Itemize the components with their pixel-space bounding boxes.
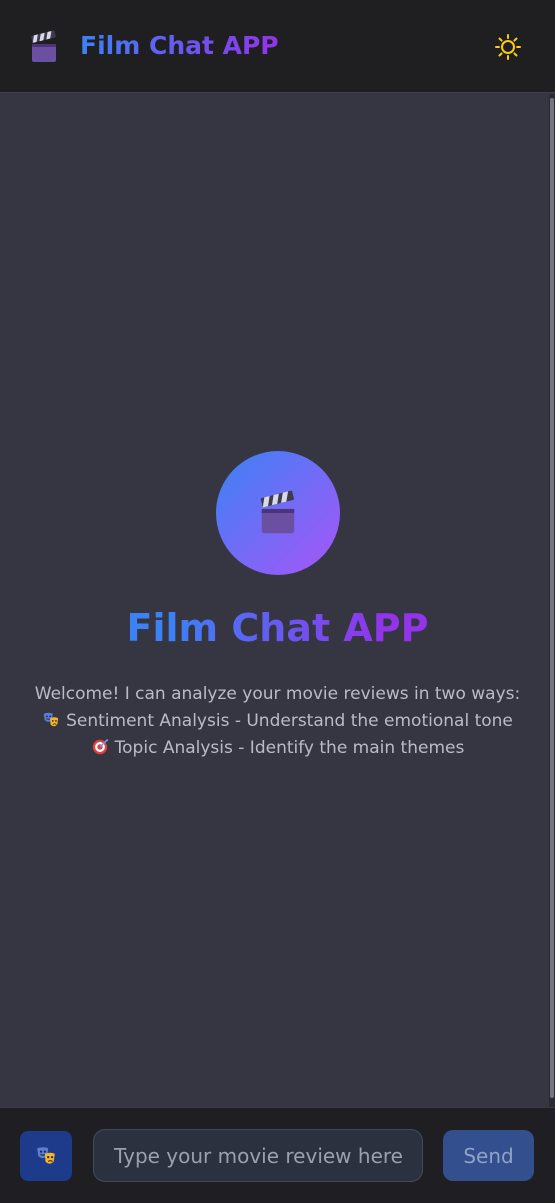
app-root: Film Chat APP Film Chat APP Welcome! I c… <box>0 0 555 1203</box>
welcome-title: Film Chat APP <box>0 600 555 656</box>
analysis-mode-button[interactable] <box>20 1131 72 1181</box>
review-input[interactable] <box>93 1129 423 1182</box>
welcome-avatar <box>216 451 340 575</box>
welcome-intro: Welcome! I can analyze your movie review… <box>34 684 521 704</box>
clapperboard-icon <box>28 30 60 64</box>
theme-toggle-button[interactable] <box>490 30 526 64</box>
clapperboard-icon <box>260 490 295 534</box>
app-title: Film Chat APP <box>80 29 279 63</box>
bullseye-icon <box>92 738 109 755</box>
feature-topic: Topic Analysis - Identify the main theme… <box>0 735 555 762</box>
send-button[interactable]: Send <box>443 1130 534 1181</box>
theater-masks-icon <box>43 712 59 727</box>
scrollbar-thumb[interactable] <box>550 98 554 1098</box>
app-header: Film Chat APP <box>0 0 555 93</box>
theater-masks-icon <box>37 1147 55 1164</box>
feature-topic-text: Topic Analysis - Identify the main theme… <box>114 738 465 758</box>
sun-icon <box>495 34 521 60</box>
input-footer: Send <box>0 1107 555 1203</box>
welcome-message: Welcome! I can analyze your movie review… <box>0 681 555 762</box>
feature-sentiment-text: Sentiment Analysis - Understand the emot… <box>66 711 513 731</box>
feature-sentiment: Sentiment Analysis - Understand the emot… <box>0 708 555 735</box>
